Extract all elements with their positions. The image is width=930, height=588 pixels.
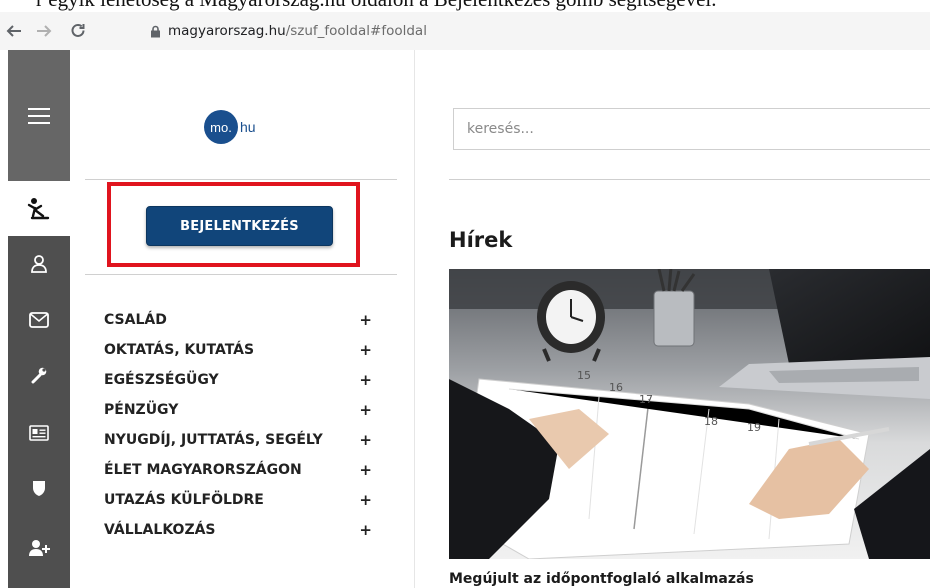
planner-date: 19 xyxy=(747,421,761,434)
instruction-text: r egyik lehetőség a Magyarország.hu olda… xyxy=(36,0,717,12)
menu-item[interactable]: OKTATÁS, KUTATÁS + xyxy=(104,335,384,365)
arrow-left-icon[interactable] xyxy=(2,19,26,43)
menu-item-label: CSALÁD xyxy=(104,312,167,328)
login-button[interactable]: BEJELENTKEZÉS xyxy=(146,206,333,246)
menu-item-label: EGÉSZSÉGÜGY xyxy=(104,372,219,388)
menu-item-label: NYUGDÍJ, JUTTATÁS, SEGÉLY xyxy=(104,432,323,448)
mail-icon[interactable] xyxy=(8,300,70,340)
id-card-icon[interactable] xyxy=(8,413,70,453)
hamburger-menu-icon[interactable] xyxy=(8,50,70,181)
divider xyxy=(85,179,397,180)
url-host: magyarorszag.hu xyxy=(168,23,286,39)
planner-date: 17 xyxy=(639,393,653,406)
accessibility-icon[interactable] xyxy=(8,181,70,236)
menu-item-label: UTAZÁS KÜLFÖLDRE xyxy=(104,492,264,508)
expand-icon[interactable]: + xyxy=(359,491,372,509)
expand-icon[interactable]: + xyxy=(359,371,372,389)
menu-item-label: PÉNZÜGY xyxy=(104,402,179,418)
menu-item[interactable]: UTAZÁS KÜLFÖLDRE + xyxy=(104,485,384,515)
menu-item-label: ÉLET MAGYARORSZÁGON xyxy=(104,462,302,478)
category-menu: CSALÁD + OKTATÁS, KUTATÁS + EGÉSZSÉGÜGY + P… xyxy=(104,305,384,545)
address-bar[interactable]: magyarorszag.hu/szuf_fooldal#fooldal xyxy=(150,19,427,43)
menu-item[interactable]: ÉLET MAGYARORSZÁGON + xyxy=(104,455,384,485)
news-image[interactable]: 15 16 17 18 19 xyxy=(449,269,930,559)
expand-icon[interactable]: + xyxy=(359,431,372,449)
menu-item[interactable]: PÉNZÜGY + xyxy=(104,395,384,425)
wrench-icon[interactable] xyxy=(8,355,70,395)
menu-item-label: VÁLLALKOZÁS xyxy=(104,522,216,538)
menu-item-label: OKTATÁS, KUTATÁS xyxy=(104,342,255,358)
add-user-icon[interactable] xyxy=(8,528,70,568)
divider xyxy=(449,179,930,180)
main-content: Hírek xyxy=(416,50,930,588)
lock-icon xyxy=(150,25,168,38)
expand-icon[interactable]: + xyxy=(359,461,372,479)
planner-date: 15 xyxy=(577,369,591,382)
divider xyxy=(85,274,397,275)
shield-icon[interactable] xyxy=(8,468,70,508)
user-icon[interactable] xyxy=(8,244,70,284)
left-icon-bar xyxy=(8,50,70,588)
expand-icon[interactable]: + xyxy=(359,521,372,539)
search-input[interactable] xyxy=(453,108,930,150)
site-logo[interactable]: mo. hu xyxy=(204,110,256,144)
url-path: /szuf_fooldal#fooldal xyxy=(285,23,427,39)
logo-circle: mo. xyxy=(204,110,238,144)
menu-item[interactable]: CSALÁD + xyxy=(104,305,384,335)
browser-toolbar: magyarorszag.hu/szuf_fooldal#fooldal xyxy=(0,12,930,50)
news-item-title[interactable]: Megújult az időpontfoglaló alkalmazás xyxy=(449,571,754,587)
planner-date: 18 xyxy=(704,415,718,428)
arrow-right-icon[interactable] xyxy=(32,19,56,43)
logo-suffix: hu xyxy=(240,119,256,135)
news-section-title: Hírek xyxy=(449,228,513,252)
expand-icon[interactable]: + xyxy=(359,341,372,359)
menu-item[interactable]: VÁLLALKOZÁS + xyxy=(104,515,384,545)
clipped-instruction-text: r egyik lehetőség a Magyarország.hu olda… xyxy=(0,0,930,12)
expand-icon[interactable]: + xyxy=(359,311,372,329)
menu-item[interactable]: EGÉSZSÉGÜGY + xyxy=(104,365,384,395)
sidebar: mo. hu BEJELENTKEZÉS CSALÁD + OKTATÁS, KU… xyxy=(70,50,415,588)
reload-icon[interactable] xyxy=(66,19,90,43)
menu-item[interactable]: NYUGDÍJ, JUTTATÁS, SEGÉLY + xyxy=(104,425,384,455)
expand-icon[interactable]: + xyxy=(359,401,372,419)
planner-date: 16 xyxy=(609,381,623,394)
